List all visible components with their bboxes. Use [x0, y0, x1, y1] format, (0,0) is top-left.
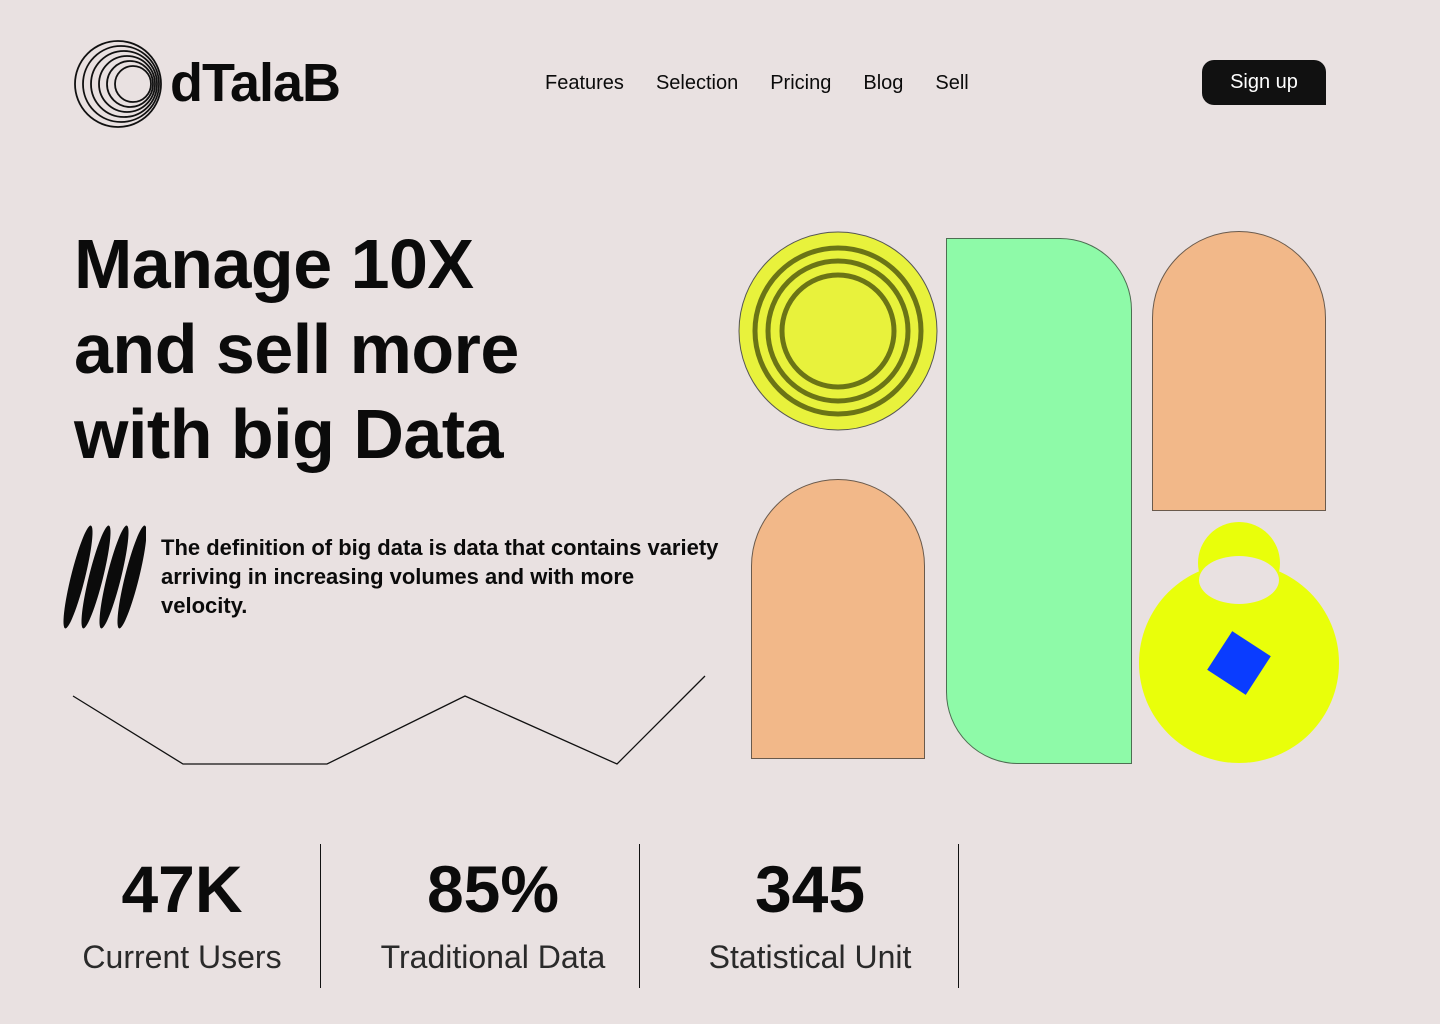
stat-statistical-unit: 345 Statistical Unit — [680, 845, 940, 988]
brand-name[interactable]: dTalaB — [170, 53, 341, 113]
zigzag-line-decoration — [72, 675, 706, 765]
main-nav: Features Selection Pricing Blog Sell — [545, 70, 1001, 96]
stat-value: 85% — [426, 852, 560, 926]
stat-label: Current Users — [82, 939, 282, 975]
hero-title-line: with big Data — [74, 395, 504, 473]
stat-divider — [958, 844, 959, 988]
stat-label: Traditional Data — [380, 939, 606, 975]
peach-arch-shape — [751, 479, 925, 759]
stat-value: 47K — [121, 852, 243, 926]
hero-title-line: and sell more — [74, 310, 519, 388]
nav-selection[interactable]: Selection — [656, 70, 738, 96]
hero-title-line: Manage 10X — [74, 225, 474, 303]
stat-traditional-data: 85% Traditional Data — [362, 845, 624, 988]
logo-rings-icon[interactable] — [72, 38, 164, 130]
stat-divider — [320, 844, 321, 988]
stat-label: Statistical Unit — [708, 939, 912, 975]
green-rounded-shape — [946, 238, 1132, 764]
nav-pricing[interactable]: Pricing — [770, 70, 831, 96]
signup-button[interactable]: Sign up — [1202, 60, 1326, 105]
stat-value: 345 — [754, 852, 866, 926]
peach-arch-shape — [1152, 231, 1326, 511]
stat-divider — [639, 844, 640, 988]
hero-description: The definition of big data is data that … — [161, 535, 719, 618]
hero-title: Manage 10X and sell more with big Data — [74, 222, 674, 477]
nav-features[interactable]: Features — [545, 70, 624, 96]
lime-lock-shape — [1139, 522, 1339, 763]
concentric-circle-shape — [738, 231, 938, 431]
nav-blog[interactable]: Blog — [863, 70, 903, 96]
nav-sell[interactable]: Sell — [935, 70, 968, 96]
diagonal-stripes-icon — [63, 525, 146, 629]
stat-current-users: 47K Current Users — [62, 845, 302, 988]
